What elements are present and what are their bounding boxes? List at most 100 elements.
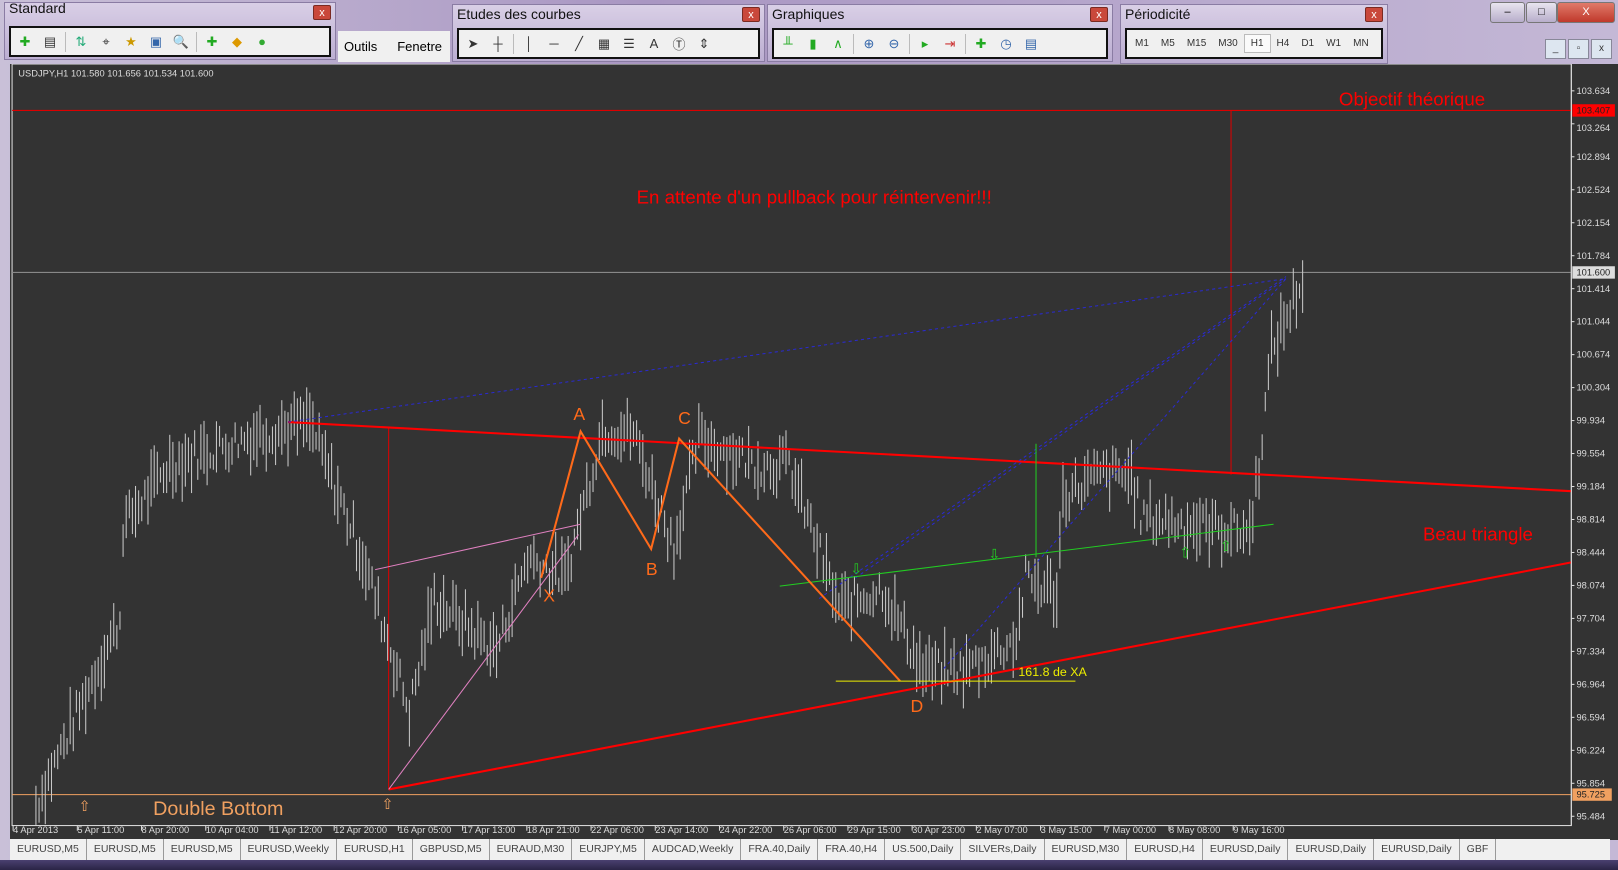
trendline-icon[interactable]: ╱ <box>569 34 589 54</box>
profiles-icon[interactable]: ▤ <box>40 32 60 52</box>
period-m30[interactable]: M30 <box>1212 35 1243 52</box>
arrow-up-icon: ⇧ <box>1220 539 1232 555</box>
time-tick-label: 17 Apr 13:00 <box>463 825 516 835</box>
market-watch-icon[interactable]: ⇅ <box>71 32 91 52</box>
period-w1[interactable]: W1 <box>1320 35 1347 52</box>
wedge-lower-line[interactable] <box>388 534 579 790</box>
chart-window[interactable]: USDJPY,H1 101.580 101.656 101.534 101.60… <box>10 64 1618 840</box>
terminal-icon[interactable]: ▣ <box>146 32 166 52</box>
chart-tab[interactable]: SILVERs,Daily <box>961 839 1045 860</box>
strategy-tester-icon[interactable]: 🔍 <box>171 32 191 52</box>
price-tick-label: 98.814 <box>1577 515 1606 525</box>
new-chart-icon[interactable]: ✚ <box>15 32 35 52</box>
target-price-label: 103.407 <box>1577 106 1611 116</box>
chart-tab[interactable]: EURUSD,M5 <box>87 839 164 860</box>
point-b-label: B <box>646 559 658 579</box>
crosshair-icon[interactable]: ⌖ <box>96 32 116 52</box>
menu-fenetre[interactable]: Fenetre <box>397 39 442 54</box>
zoom-out-icon[interactable]: ⊖ <box>884 34 904 54</box>
bar-chart-icon[interactable]: ╨ <box>778 34 798 54</box>
price-tick-label: 97.704 <box>1577 614 1606 624</box>
time-tick-label: 12 Apr 20:00 <box>334 825 387 835</box>
chart-tab[interactable]: EURUSD,Daily <box>1374 839 1460 860</box>
autotrading-icon[interactable]: ● <box>252 32 272 52</box>
chart-tab[interactable]: EURUSD,M5 <box>164 839 241 860</box>
price-tick-label: 103.634 <box>1577 86 1611 96</box>
chart-shift-icon[interactable]: ⇥ <box>940 34 960 54</box>
time-tick-label: 11 Apr 12:00 <box>270 825 322 835</box>
close-icon[interactable]: x <box>1365 7 1383 22</box>
line-chart-icon[interactable]: ∧ <box>828 34 848 54</box>
price-axis[interactable]: 103.634 103.264 102.894 102.524 102.154 101.7… <box>1571 86 1610 821</box>
price-tick-label: 102.154 <box>1577 218 1611 228</box>
templates-icon[interactable]: ▤ <box>1021 34 1041 54</box>
chart-tab[interactable]: EURUSD,H4 <box>1127 839 1203 860</box>
mdi-minimize-button[interactable]: _ <box>1545 39 1566 59</box>
time-tick-label: 9 May 16:00 <box>1233 825 1284 835</box>
crosshair-tool-icon[interactable]: ┼ <box>488 34 508 54</box>
chart-tab[interactable]: EURUSD,M30 <box>1045 839 1128 860</box>
text-tool-icon[interactable]: A <box>644 34 664 54</box>
time-tick-label: 7 May 00:00 <box>1105 825 1156 835</box>
triangle-lower-line[interactable] <box>388 561 1572 791</box>
candlestick-icon[interactable]: ▮ <box>803 34 823 54</box>
close-window-button[interactable]: X <box>1557 2 1615 23</box>
chart-tab[interactable]: EURUSD,Daily <box>1203 839 1289 860</box>
autoscroll-icon[interactable]: ▸ <box>915 34 935 54</box>
equidistant-channel-icon[interactable]: ▦ <box>594 34 614 54</box>
chart-tab[interactable]: EURUSD,Weekly <box>241 839 338 860</box>
chart-tab[interactable]: EURUSD,H1 <box>337 839 413 860</box>
close-icon[interactable]: x <box>1090 7 1108 22</box>
periods-icon[interactable]: ◷ <box>996 34 1016 54</box>
experts-icon[interactable]: ◆ <box>227 32 247 52</box>
chart-tab[interactable]: AUDCAD,Weekly <box>645 839 742 860</box>
menu-outils[interactable]: Outils <box>344 39 377 54</box>
chart-tab[interactable]: EURAUD,M30 <box>490 839 573 860</box>
period-h1[interactable]: H1 <box>1243 34 1271 53</box>
period-mn[interactable]: MN <box>1347 35 1375 52</box>
fibonacci-icon[interactable]: ☰ <box>619 34 639 54</box>
triangle-upper-line[interactable] <box>287 421 1572 493</box>
price-tick-label: 101.784 <box>1577 251 1611 261</box>
pullback-label: En attente d'un pullback pour réinterven… <box>637 186 992 207</box>
favorites-icon[interactable]: ★ <box>121 32 141 52</box>
chart-tab[interactable]: GBPUSD,M5 <box>413 839 490 860</box>
period-m5[interactable]: M5 <box>1155 35 1181 52</box>
objective-label: Objectif théorique <box>1339 88 1485 109</box>
close-icon[interactable]: x <box>742 7 760 22</box>
price-tick-label: 100.674 <box>1577 350 1611 360</box>
period-m1[interactable]: M1 <box>1129 35 1155 52</box>
new-order-icon[interactable]: ✚ <box>202 32 222 52</box>
chart-tab[interactable]: EURJPY,M5 <box>572 839 645 860</box>
xabcd-pattern[interactable] <box>540 428 901 682</box>
close-icon[interactable]: x <box>313 5 331 20</box>
point-c-label: C <box>678 408 691 428</box>
indicators-icon[interactable]: ✚ <box>971 34 991 54</box>
chart-tab[interactable]: US.500,Daily <box>885 839 962 860</box>
time-tick-label: 22 Apr 06:00 <box>591 825 644 835</box>
period-h4[interactable]: H4 <box>1271 35 1296 52</box>
chart-tab[interactable]: FRA.40,Daily <box>741 839 819 860</box>
price-bars <box>35 260 1304 825</box>
chart-tab[interactable]: FRA.40,H4 <box>818 839 886 860</box>
chart-tabs: EURUSD,M5 EURUSD,M5 EURUSD,M5 EURUSD,Weekly… <box>10 839 1610 860</box>
minimize-button[interactable]: – <box>1490 2 1525 23</box>
time-tick-label: 18 Apr 21:00 <box>527 825 580 835</box>
arrows-icon[interactable]: ⇕ <box>694 34 714 54</box>
chart-tab[interactable]: GBF <box>1460 839 1497 860</box>
chart-tab[interactable]: EURUSD,Daily <box>1288 839 1375 860</box>
toolbar-title: Périodicité <box>1125 6 1191 22</box>
mdi-restore-button[interactable]: ▫ <box>1568 39 1589 59</box>
time-axis[interactable]: 4 Apr 2013 5 Apr 11:00 8 Apr 20:00 10 Apr 0… <box>12 825 1285 835</box>
chart-tab[interactable]: EURUSD,M5 <box>10 839 87 860</box>
horizontal-line-icon[interactable]: ─ <box>544 34 564 54</box>
time-tick-label: 30 Apr 23:00 <box>912 825 965 835</box>
maximize-button[interactable]: □ <box>1526 2 1557 23</box>
text-label-icon[interactable]: Ⓣ <box>669 34 689 54</box>
period-d1[interactable]: D1 <box>1295 35 1320 52</box>
vertical-line-icon[interactable]: │ <box>519 34 539 54</box>
mdi-close-button[interactable]: x <box>1591 39 1612 59</box>
period-m15[interactable]: M15 <box>1181 35 1212 52</box>
cursor-icon[interactable]: ➤ <box>463 34 483 54</box>
zoom-in-icon[interactable]: ⊕ <box>859 34 879 54</box>
